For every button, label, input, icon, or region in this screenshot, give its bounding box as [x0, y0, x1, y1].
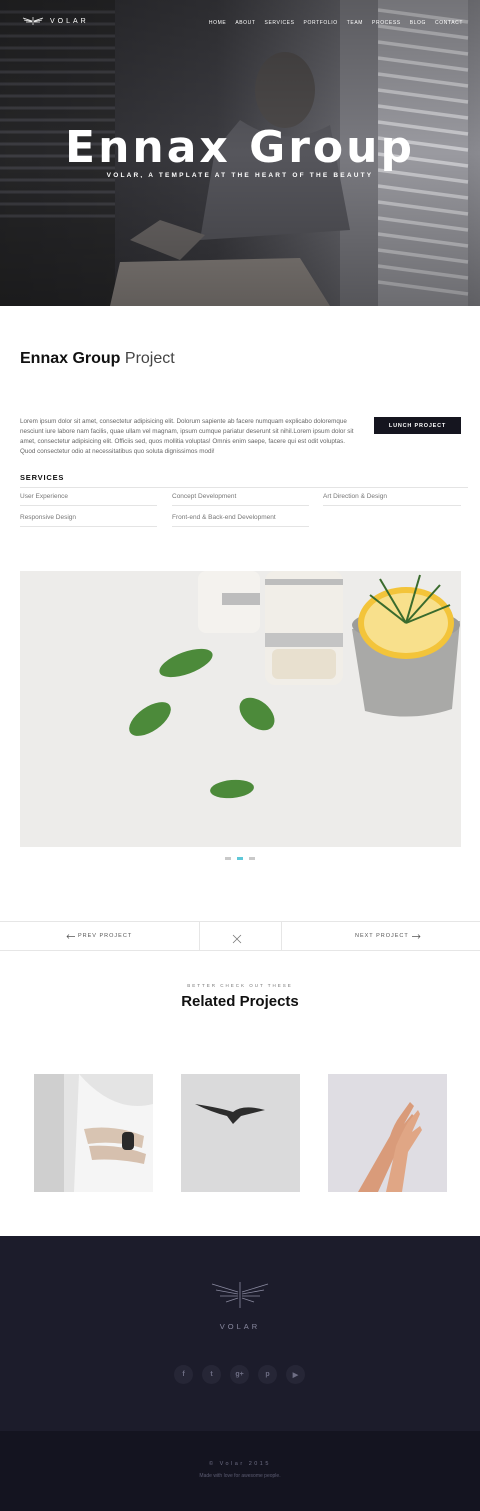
related-project-thumb[interactable]: [181, 1074, 300, 1192]
copyright: © Volar 2015: [209, 1461, 271, 1467]
footer-logo[interactable]: [210, 1282, 270, 1313]
related-project-thumb[interactable]: [328, 1074, 447, 1192]
divider: [199, 922, 200, 951]
prev-project-link[interactable]: PREV PROJECT: [66, 933, 132, 939]
project-navigation: PREV PROJECT NEXT PROJECT: [0, 921, 480, 951]
logo[interactable]: VOLAR: [22, 17, 89, 25]
divider: [281, 922, 282, 951]
facebook-icon[interactable]: f: [174, 1365, 193, 1384]
slider-dot[interactable]: [225, 857, 231, 860]
wings-logo-icon: [211, 1282, 269, 1308]
logo-text: VOLAR: [50, 17, 89, 25]
pinterest-icon[interactable]: p: [258, 1365, 277, 1384]
youtube-icon[interactable]: ▶: [286, 1365, 305, 1384]
nav-contact[interactable]: CONTACT: [435, 20, 463, 26]
nav-portfolio[interactable]: PORTFOLIO: [304, 20, 338, 26]
next-project-link[interactable]: NEXT PROJECT: [355, 933, 421, 939]
service-item: Front-end & Back-end Development: [172, 514, 309, 527]
wings-logo-icon: [22, 17, 44, 25]
nav-services[interactable]: SERVICES: [265, 20, 295, 26]
top-navbar: VOLAR HOME ABOUT SERVICES PORTFOLIO TEAM…: [0, 0, 480, 48]
hero-title: Ennax Group: [65, 122, 415, 173]
nav-home[interactable]: HOME: [209, 20, 226, 26]
footer-bottom-bar: [0, 1431, 480, 1511]
project-title-bold: Ennax Group: [20, 350, 121, 367]
project-title-light: Project: [124, 350, 175, 367]
slider-dot[interactable]: [249, 857, 255, 860]
close-icon[interactable]: [232, 931, 242, 949]
nav-about[interactable]: ABOUT: [235, 20, 255, 26]
related-image-arms: [34, 1074, 153, 1192]
main-nav: HOME ABOUT SERVICES PORTFOLIO TEAM PROCE…: [209, 20, 463, 26]
project-description: Lorem ipsum dolor sit amet, consectetur …: [20, 418, 354, 455]
related-title: Related Projects: [0, 993, 480, 1010]
service-item: Responsive Design: [20, 514, 157, 527]
footer: [0, 1236, 480, 1431]
nav-team[interactable]: TEAM: [347, 20, 363, 26]
launch-project-button[interactable]: LUNCH PROJECT: [374, 417, 461, 434]
related-kicker: BETTER CHECK OUT THESE: [187, 983, 293, 988]
services-heading: SERVICES: [20, 473, 65, 482]
related-title-light: Projects: [239, 993, 299, 1010]
made-with-text: Made with love for awesome people.: [199, 1473, 281, 1479]
service-item: User Experience: [20, 493, 157, 506]
service-item: Art Direction & Design: [323, 493, 461, 506]
slider-dots: [225, 857, 255, 860]
google-plus-icon[interactable]: g+: [230, 1365, 249, 1384]
arrow-right-icon: [411, 933, 421, 939]
project-image-slider[interactable]: [20, 571, 461, 847]
next-project-label: NEXT PROJECT: [355, 933, 409, 939]
related-image-bird: [181, 1074, 300, 1192]
twitter-icon[interactable]: t: [202, 1365, 221, 1384]
services-divider: [20, 487, 468, 488]
related-image-hands: [328, 1074, 447, 1192]
arrow-left-icon: [66, 933, 75, 939]
slider-dot-active[interactable]: [237, 857, 243, 860]
related-project-thumb[interactable]: [34, 1074, 153, 1192]
project-title: Ennax Group Project: [20, 350, 175, 368]
social-links: f t g+ p ▶: [174, 1365, 305, 1384]
slide-image: [20, 571, 461, 847]
related-title-bold: Related: [181, 993, 236, 1010]
nav-blog[interactable]: BLOG: [410, 20, 426, 26]
hero-subtitle: VOLAR, A TEMPLATE AT THE HEART OF THE BE…: [106, 172, 374, 179]
service-item: Concept Development: [172, 493, 309, 506]
hero-section: VOLAR HOME ABOUT SERVICES PORTFOLIO TEAM…: [0, 0, 480, 306]
nav-process[interactable]: PROCESS: [372, 20, 401, 26]
prev-project-label: PREV PROJECT: [78, 933, 133, 939]
footer-brand: VOLAR: [219, 1322, 261, 1331]
